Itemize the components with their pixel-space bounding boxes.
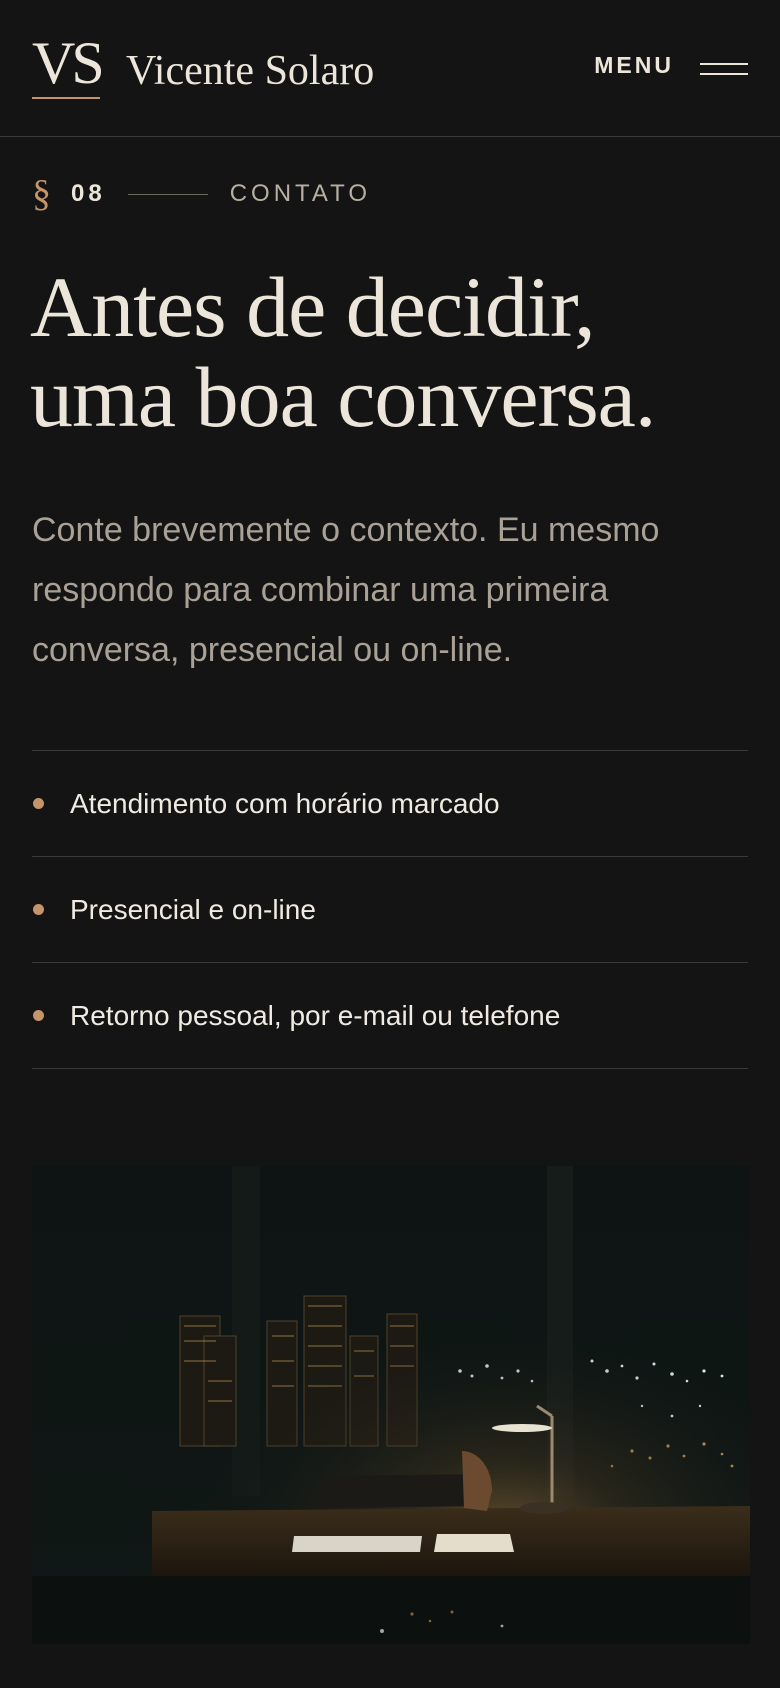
- feature-label: Retorno pessoal, por e-mail ou telefone: [70, 999, 561, 1031]
- bullet-dot-icon: [33, 798, 44, 809]
- page-title-line-1: Antes de decidir,: [30, 259, 596, 355]
- section-number: 08: [71, 180, 106, 207]
- section-mark: §: [32, 173, 51, 215]
- hamburger-menu-icon: [700, 56, 748, 76]
- section-divider: [127, 193, 208, 195]
- feature-list: Atendimento com horário marcado Presenci…: [32, 750, 748, 1069]
- intro-text: Conte brevemente o contexto. Eu mesmo re…: [32, 511, 660, 669]
- page-title-line-2: uma boa conversa.: [30, 349, 656, 445]
- section-name: CONTATO: [229, 180, 372, 207]
- logo-name: Vicente Solaro: [126, 48, 375, 94]
- bullet-dot-icon: [33, 1010, 44, 1021]
- office-night-photo: [32, 1166, 750, 1644]
- bullet-dot-icon: [33, 904, 44, 915]
- menu-label: MENU: [594, 52, 674, 78]
- feature-label: Presencial e on-line: [70, 893, 316, 925]
- feature-label: Atendimento com horário marcado: [70, 787, 500, 819]
- feature-item: Retorno pessoal, por e-mail ou telefone: [32, 963, 748, 1069]
- office-night-illustration: [32, 1166, 750, 1644]
- feature-item: Presencial e on-line: [32, 857, 748, 963]
- logo-monogram: VS: [32, 33, 105, 99]
- menu-button[interactable]: MENU: [594, 52, 748, 79]
- section-label: § 08 CONTATO: [32, 172, 371, 216]
- site-header: VS Vicente Solaro MENU: [0, 0, 780, 137]
- feature-item: Atendimento com horário marcado: [32, 751, 748, 857]
- page-title: Antes de decidir, uma boa conversa.: [30, 262, 750, 442]
- brand-logo[interactable]: VS Vicente Solaro: [32, 33, 374, 99]
